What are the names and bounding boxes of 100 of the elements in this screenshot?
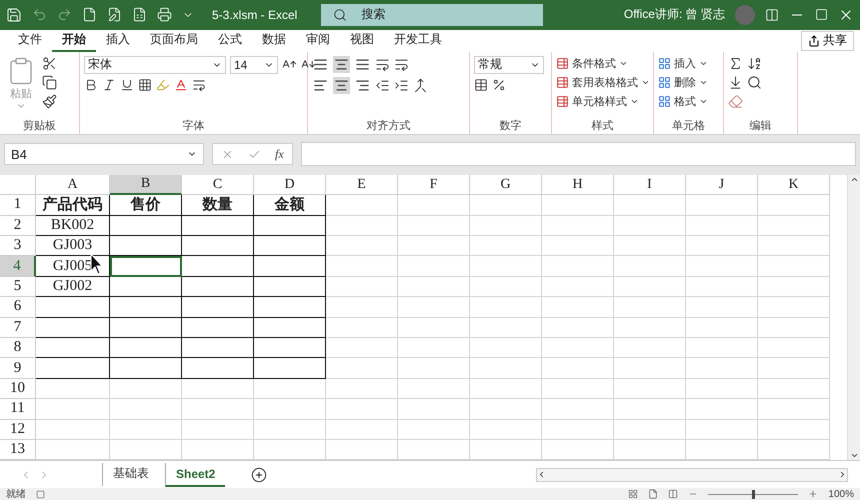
normal-view-icon[interactable]	[628, 489, 638, 500]
align-center-icon[interactable]	[333, 76, 350, 94]
format-painter-icon[interactable]	[42, 94, 57, 109]
table-cell[interactable]	[254, 216, 326, 236]
copy-icon[interactable]	[42, 74, 57, 90]
font-color-icon[interactable]	[174, 78, 188, 92]
styles-menu-item[interactable]: 条件格式	[556, 56, 650, 71]
cells-menu-item[interactable]: 插入	[658, 56, 708, 71]
table-cell[interactable]: 金额	[254, 195, 326, 216]
fill-icon[interactable]	[728, 74, 743, 90]
table-cell[interactable]	[36, 297, 110, 318]
table-cell[interactable]	[182, 256, 254, 277]
vertical-scrollbar[interactable]	[847, 175, 860, 460]
bold-icon[interactable]	[84, 78, 98, 92]
table-cell[interactable]	[182, 338, 254, 358]
ribbon-tab[interactable]: 开发工具	[384, 30, 452, 52]
select-all-corner[interactable]	[0, 175, 36, 196]
document-icon[interactable]	[82, 7, 97, 22]
table-cell[interactable]	[254, 318, 326, 338]
page-break-icon[interactable]	[668, 489, 678, 500]
ribbon-tab[interactable]: 数据	[252, 30, 296, 52]
row-header[interactable]: 2	[0, 216, 36, 236]
row-header[interactable]: 12	[0, 420, 36, 440]
percent-icon[interactable]	[492, 78, 506, 92]
page-layout-icon[interactable]	[648, 489, 658, 500]
column-header[interactable]: K	[758, 175, 830, 196]
row-header[interactable]: 9	[0, 358, 36, 379]
number-format-field[interactable]: 常规	[474, 56, 544, 74]
column-header[interactable]: I	[614, 175, 686, 196]
row-header[interactable]: 8	[0, 338, 36, 358]
formula-input[interactable]	[300, 142, 856, 166]
font-name-field[interactable]: 宋体	[84, 56, 226, 74]
column-header[interactable]: F	[398, 175, 470, 196]
ribbon-tab[interactable]: 视图	[340, 30, 384, 52]
table-cell[interactable]: BK002	[36, 216, 110, 236]
column-header[interactable]: J	[686, 175, 758, 196]
form-icon[interactable]	[107, 7, 122, 22]
fill-color-icon[interactable]	[156, 78, 170, 92]
table-cell[interactable]	[36, 358, 110, 379]
zoom-slider-thumb[interactable]	[752, 490, 756, 499]
table-cell[interactable]	[254, 358, 326, 379]
table-cell[interactable]	[254, 297, 326, 318]
styles-menu-item[interactable]: 单元格样式	[556, 94, 650, 109]
underline-icon[interactable]	[120, 78, 134, 92]
italic-icon[interactable]	[102, 78, 116, 92]
table-cell[interactable]	[182, 297, 254, 318]
ribbon-tab[interactable]: 审阅	[296, 30, 340, 52]
indent-icon[interactable]	[394, 78, 409, 93]
table-cell[interactable]: 数量	[182, 195, 254, 216]
table-cell[interactable]	[110, 358, 182, 379]
column-header[interactable]: B	[110, 175, 182, 196]
table-cell[interactable]	[110, 216, 182, 236]
row-header[interactable]: 11	[0, 399, 36, 420]
table-cell[interactable]	[110, 256, 182, 277]
row-header[interactable]: 7	[0, 318, 36, 338]
ribbon-tab[interactable]: 文件	[8, 30, 52, 52]
redo-icon[interactable]	[57, 7, 72, 22]
table-cell[interactable]	[182, 216, 254, 236]
find-icon[interactable]	[747, 74, 762, 90]
column-header[interactable]: H	[542, 175, 614, 196]
cells-menu-item[interactable]: 格式	[658, 94, 708, 109]
column-header[interactable]: G	[470, 175, 542, 196]
column-header[interactable]: E	[326, 175, 398, 196]
font-size-field[interactable]: 14	[230, 56, 278, 74]
search-field[interactable]: 搜索	[321, 4, 544, 26]
styles-menu-item[interactable]: 套用表格格式	[556, 74, 650, 90]
row-header[interactable]: 6	[0, 297, 36, 318]
table-cell[interactable]: 产品代码	[36, 195, 110, 216]
save-icon[interactable]	[6, 6, 22, 23]
maximize-icon[interactable]	[815, 8, 828, 22]
ribbon-tab[interactable]: 公式	[208, 30, 252, 52]
row-header[interactable]: 5	[0, 276, 36, 298]
table-cell[interactable]	[254, 236, 326, 256]
row-header[interactable]: 13	[0, 440, 36, 460]
row-header[interactable]: 10	[0, 378, 36, 400]
align-middle-icon[interactable]	[333, 56, 350, 73]
insert-function-button[interactable]: fx	[275, 146, 284, 162]
ribbon-tab[interactable]: 插入	[96, 30, 140, 52]
table-cell[interactable]	[254, 276, 326, 298]
scissors-icon[interactable]	[42, 56, 57, 71]
undo-icon[interactable]	[32, 7, 47, 22]
share-button[interactable]: 共享	[801, 30, 854, 51]
avatar[interactable]	[735, 4, 755, 25]
macro-record-icon[interactable]	[36, 490, 45, 499]
table-cell[interactable]: 售价	[110, 195, 182, 216]
column-header[interactable]: D	[254, 175, 326, 196]
horizontal-scrollbar[interactable]	[536, 468, 848, 482]
table-cell[interactable]	[110, 276, 182, 298]
table-cell[interactable]	[182, 358, 254, 379]
outdent-icon[interactable]	[375, 78, 390, 93]
scroll-left-icon[interactable]	[537, 470, 546, 480]
table-cell[interactable]	[254, 256, 326, 277]
row-header[interactable]: 4	[0, 256, 36, 277]
table-cell[interactable]	[182, 318, 254, 338]
column-header[interactable]: C	[182, 175, 254, 196]
sort-filter-icon[interactable]	[747, 56, 762, 71]
table-cell[interactable]	[182, 276, 254, 298]
new-sheet-icon[interactable]	[251, 466, 268, 483]
table-cell[interactable]	[110, 318, 182, 338]
row-header[interactable]: 3	[0, 236, 36, 256]
